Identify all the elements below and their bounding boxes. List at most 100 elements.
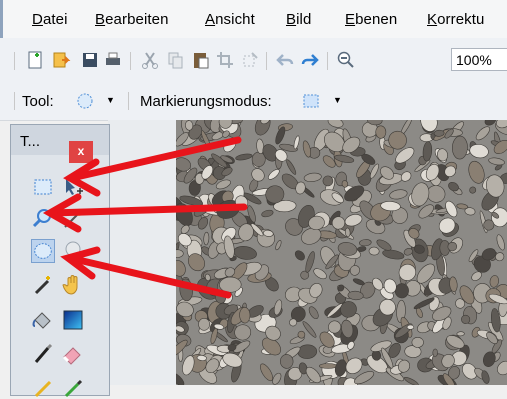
selection-mode-label: Markierungsmodus: [140,93,272,110]
toolbar-separator [266,52,267,70]
gravel-stone [456,331,465,337]
gravel-stone [475,126,490,141]
move-selection-icon[interactable] [61,175,85,199]
tools-window-title: T... [20,133,41,150]
gravel-stone [488,157,505,166]
gravel-stone [352,278,365,286]
gravel-stone [382,249,405,260]
gravel-stone [267,169,280,180]
gradient-icon[interactable] [61,308,85,332]
gravel-stone [235,153,253,161]
gravel-stone [359,239,372,247]
tools-window: T... x [10,124,110,399]
pan-icon[interactable] [61,273,85,297]
paste-icon[interactable] [191,50,211,70]
eraser-icon[interactable] [61,342,85,366]
gravel-stone [369,163,379,179]
magic-wand-icon[interactable] [31,273,55,297]
gravel-stone [400,171,412,182]
toolbar-separator [130,52,131,70]
gravel-stone [219,276,242,293]
copy-icon[interactable] [165,50,185,70]
tool-label: Tool: [22,93,54,110]
selection-mode-icon[interactable] [302,92,320,110]
toolbar-separator [14,52,15,70]
zoom-icon[interactable] [31,207,55,231]
zoom-level-field[interactable]: 100% [451,48,507,71]
gravel-stone [375,125,387,139]
close-button[interactable]: x [69,141,93,163]
gravel-stone [368,246,380,256]
chevron-down-icon[interactable]: ▼ [333,95,342,105]
tool-options-bar: Tool: ▼ Markierungsmodus: ▼ [0,82,507,121]
gravel-stone [223,138,237,153]
menu-bild[interactable]: Bild [286,11,311,28]
gravel-stone [327,120,344,128]
pencil-icon[interactable] [31,375,55,399]
gravel-stone [273,299,283,316]
menu-ebenen[interactable]: Ebenen [345,11,397,28]
gravel-stone [451,135,468,160]
gravel-stone [286,159,297,175]
gravel-stone [411,336,424,348]
gravel-stone [239,307,251,324]
gravel-stone [196,355,207,361]
gravel-stone [275,240,282,251]
open-file-icon[interactable] [51,50,71,70]
magic-wand-icon[interactable] [61,207,85,231]
main-toolbar: 100% [0,38,507,82]
gravel-stone [261,209,274,218]
gravel-stone [422,141,433,162]
image-canvas[interactable] [176,120,507,385]
redo-icon[interactable] [300,50,320,70]
zoom-out-icon[interactable] [336,50,356,70]
gravel-stone [406,324,415,330]
toolbar-separator [14,92,15,110]
rectangle-select-icon[interactable] [31,175,55,199]
workspace-background [108,120,176,385]
gravel-stone [303,172,322,183]
tools-window-header[interactable]: T... x [11,125,109,163]
gravel-stone [294,250,305,261]
gravel-photo [176,120,507,385]
print-icon[interactable] [103,50,123,70]
color-picker-icon[interactable] [61,375,85,399]
paintbrush-icon[interactable] [31,342,55,366]
menu-ansicht[interactable]: Ansicht [205,11,255,28]
paint-bucket-icon[interactable] [31,308,55,332]
deselect-icon[interactable] [240,50,260,70]
gravel-stone [176,260,186,277]
gravel-stone [308,306,319,320]
gravel-stone [496,234,505,251]
gravel-stone [196,145,206,153]
gravel-stone [198,318,211,331]
new-file-icon[interactable] [25,50,45,70]
crop-icon[interactable] [215,50,235,70]
lasso-select-icon[interactable] [61,239,85,263]
menu-datei[interactable]: Datei [32,11,68,28]
gravel-stone [293,135,300,150]
gravel-stone [389,189,408,200]
window-edge [0,0,3,38]
gravel-stone [203,231,210,246]
gravel-stone [297,344,318,359]
gravel-stone [432,348,438,357]
gravel-stone [179,278,193,302]
menu-bearbeiten[interactable]: Bearbeiten [95,11,169,28]
ellipse-select-icon[interactable] [76,92,94,110]
gravel-stone [275,126,286,145]
toolbar-separator [128,92,129,110]
menu-korrekturen[interactable]: Korrektu [427,11,485,28]
ellipse-select-icon[interactable] [31,239,55,263]
cut-icon[interactable] [140,50,160,70]
gravel-stone [176,249,184,258]
chevron-down-icon[interactable]: ▼ [106,95,115,105]
menu-bar: Datei Bearbeiten Ansicht Bild Ebenen Kor… [0,0,507,39]
gravel-stone [433,129,445,137]
save-icon[interactable] [80,50,100,70]
undo-icon[interactable] [275,50,295,70]
gravel-stone [469,186,477,194]
gravel-stone [456,203,469,210]
gravel-stone [403,377,419,385]
gravel-stone [319,363,338,369]
